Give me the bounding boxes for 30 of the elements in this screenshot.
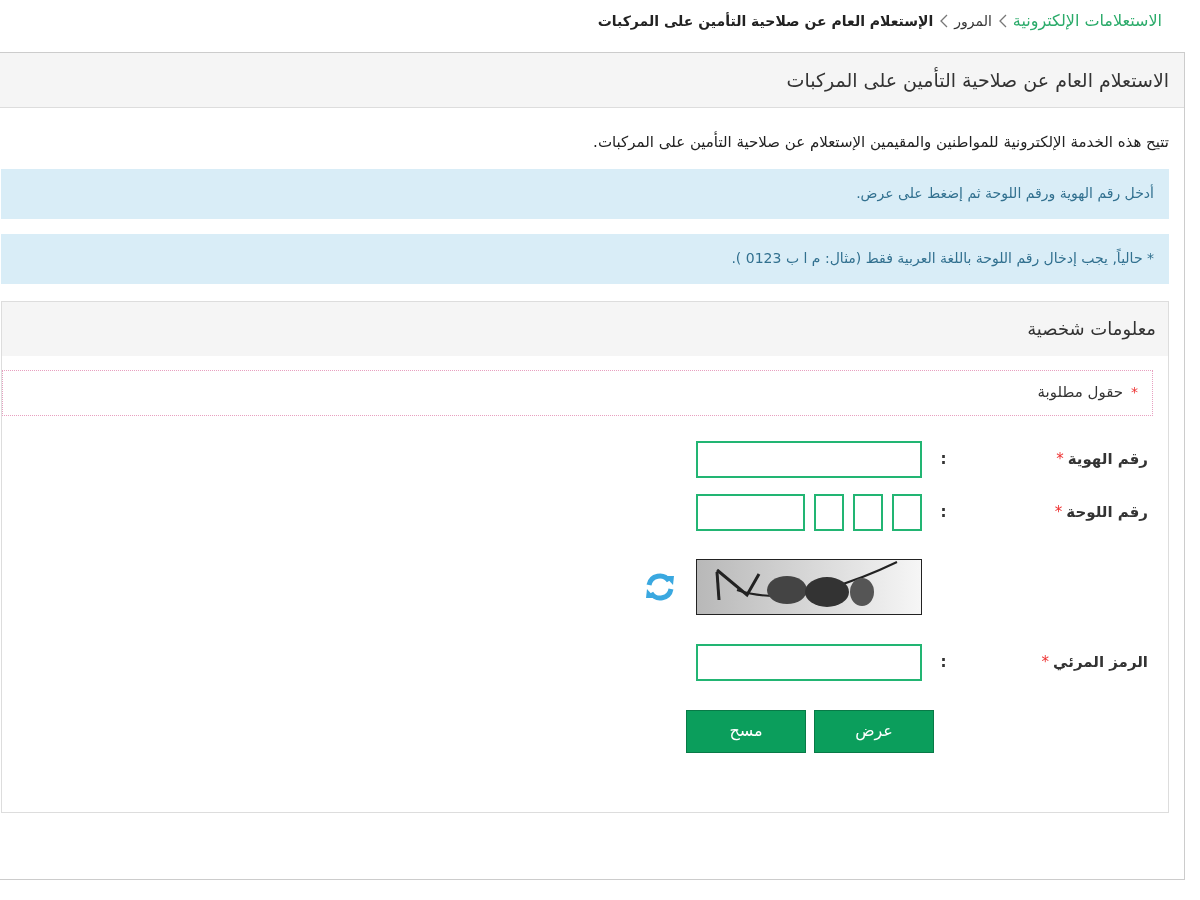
plate-input-field[interactable]: [814, 493, 844, 531]
required-mark: *: [1131, 383, 1138, 402]
notice-text: * حالياً, يجب إدخال رقم اللوحة باللغة العربية فقط (مثال: م ا ب 0123 ).: [731, 248, 1154, 269]
plate-input-field[interactable]: [696, 493, 805, 531]
chevron-icon: [997, 14, 1007, 28]
form-title: معلومات شخصية: [1027, 317, 1156, 342]
refresh-icon[interactable]: [644, 571, 676, 602]
required-note-text: حقول مطلوبة: [1037, 382, 1123, 404]
notice-text: أدخل رقم الهوية ورقم اللوحة ثم إضغط على عرض.: [856, 183, 1154, 204]
form-button[interactable]: مسح: [686, 709, 806, 753]
input-field[interactable]: [696, 643, 922, 681]
required-mark: *: [1041, 651, 1050, 673]
breadcrumb-current: الإستعلام العام عن صلاحية التأمين على المركبات: [597, 11, 934, 32]
breadcrumb-link[interactable]: الاستعلامات الإلكترونية: [1012, 9, 1162, 33]
plate-input-field[interactable]: [853, 493, 883, 531]
form-button[interactable]: عرض: [814, 709, 934, 753]
colon-separator: :: [940, 448, 947, 470]
chevron-icon: [939, 14, 949, 28]
field-label: رقم الهوية: [1067, 448, 1148, 470]
input-field[interactable]: [696, 440, 922, 478]
required-mark: *: [1054, 501, 1063, 523]
description-text: تتيح هذه الخدمة الإلكترونية للمواطنين والمقيمين الإستعلام عن صلاحية التأمين على المركبات.: [593, 131, 1169, 153]
plate-input-field[interactable]: [892, 493, 922, 531]
colon-separator: :: [940, 651, 947, 673]
field-label: الرمز المرئي: [1053, 651, 1148, 673]
required-mark: *: [1056, 448, 1064, 470]
field-label: رقم اللوحة: [1066, 501, 1148, 523]
colon-separator: :: [940, 501, 947, 523]
panel-title: الاستعلام العام عن صلاحية التأمين على المركبات: [786, 66, 1169, 94]
breadcrumb-link[interactable]: المرور: [954, 10, 992, 32]
